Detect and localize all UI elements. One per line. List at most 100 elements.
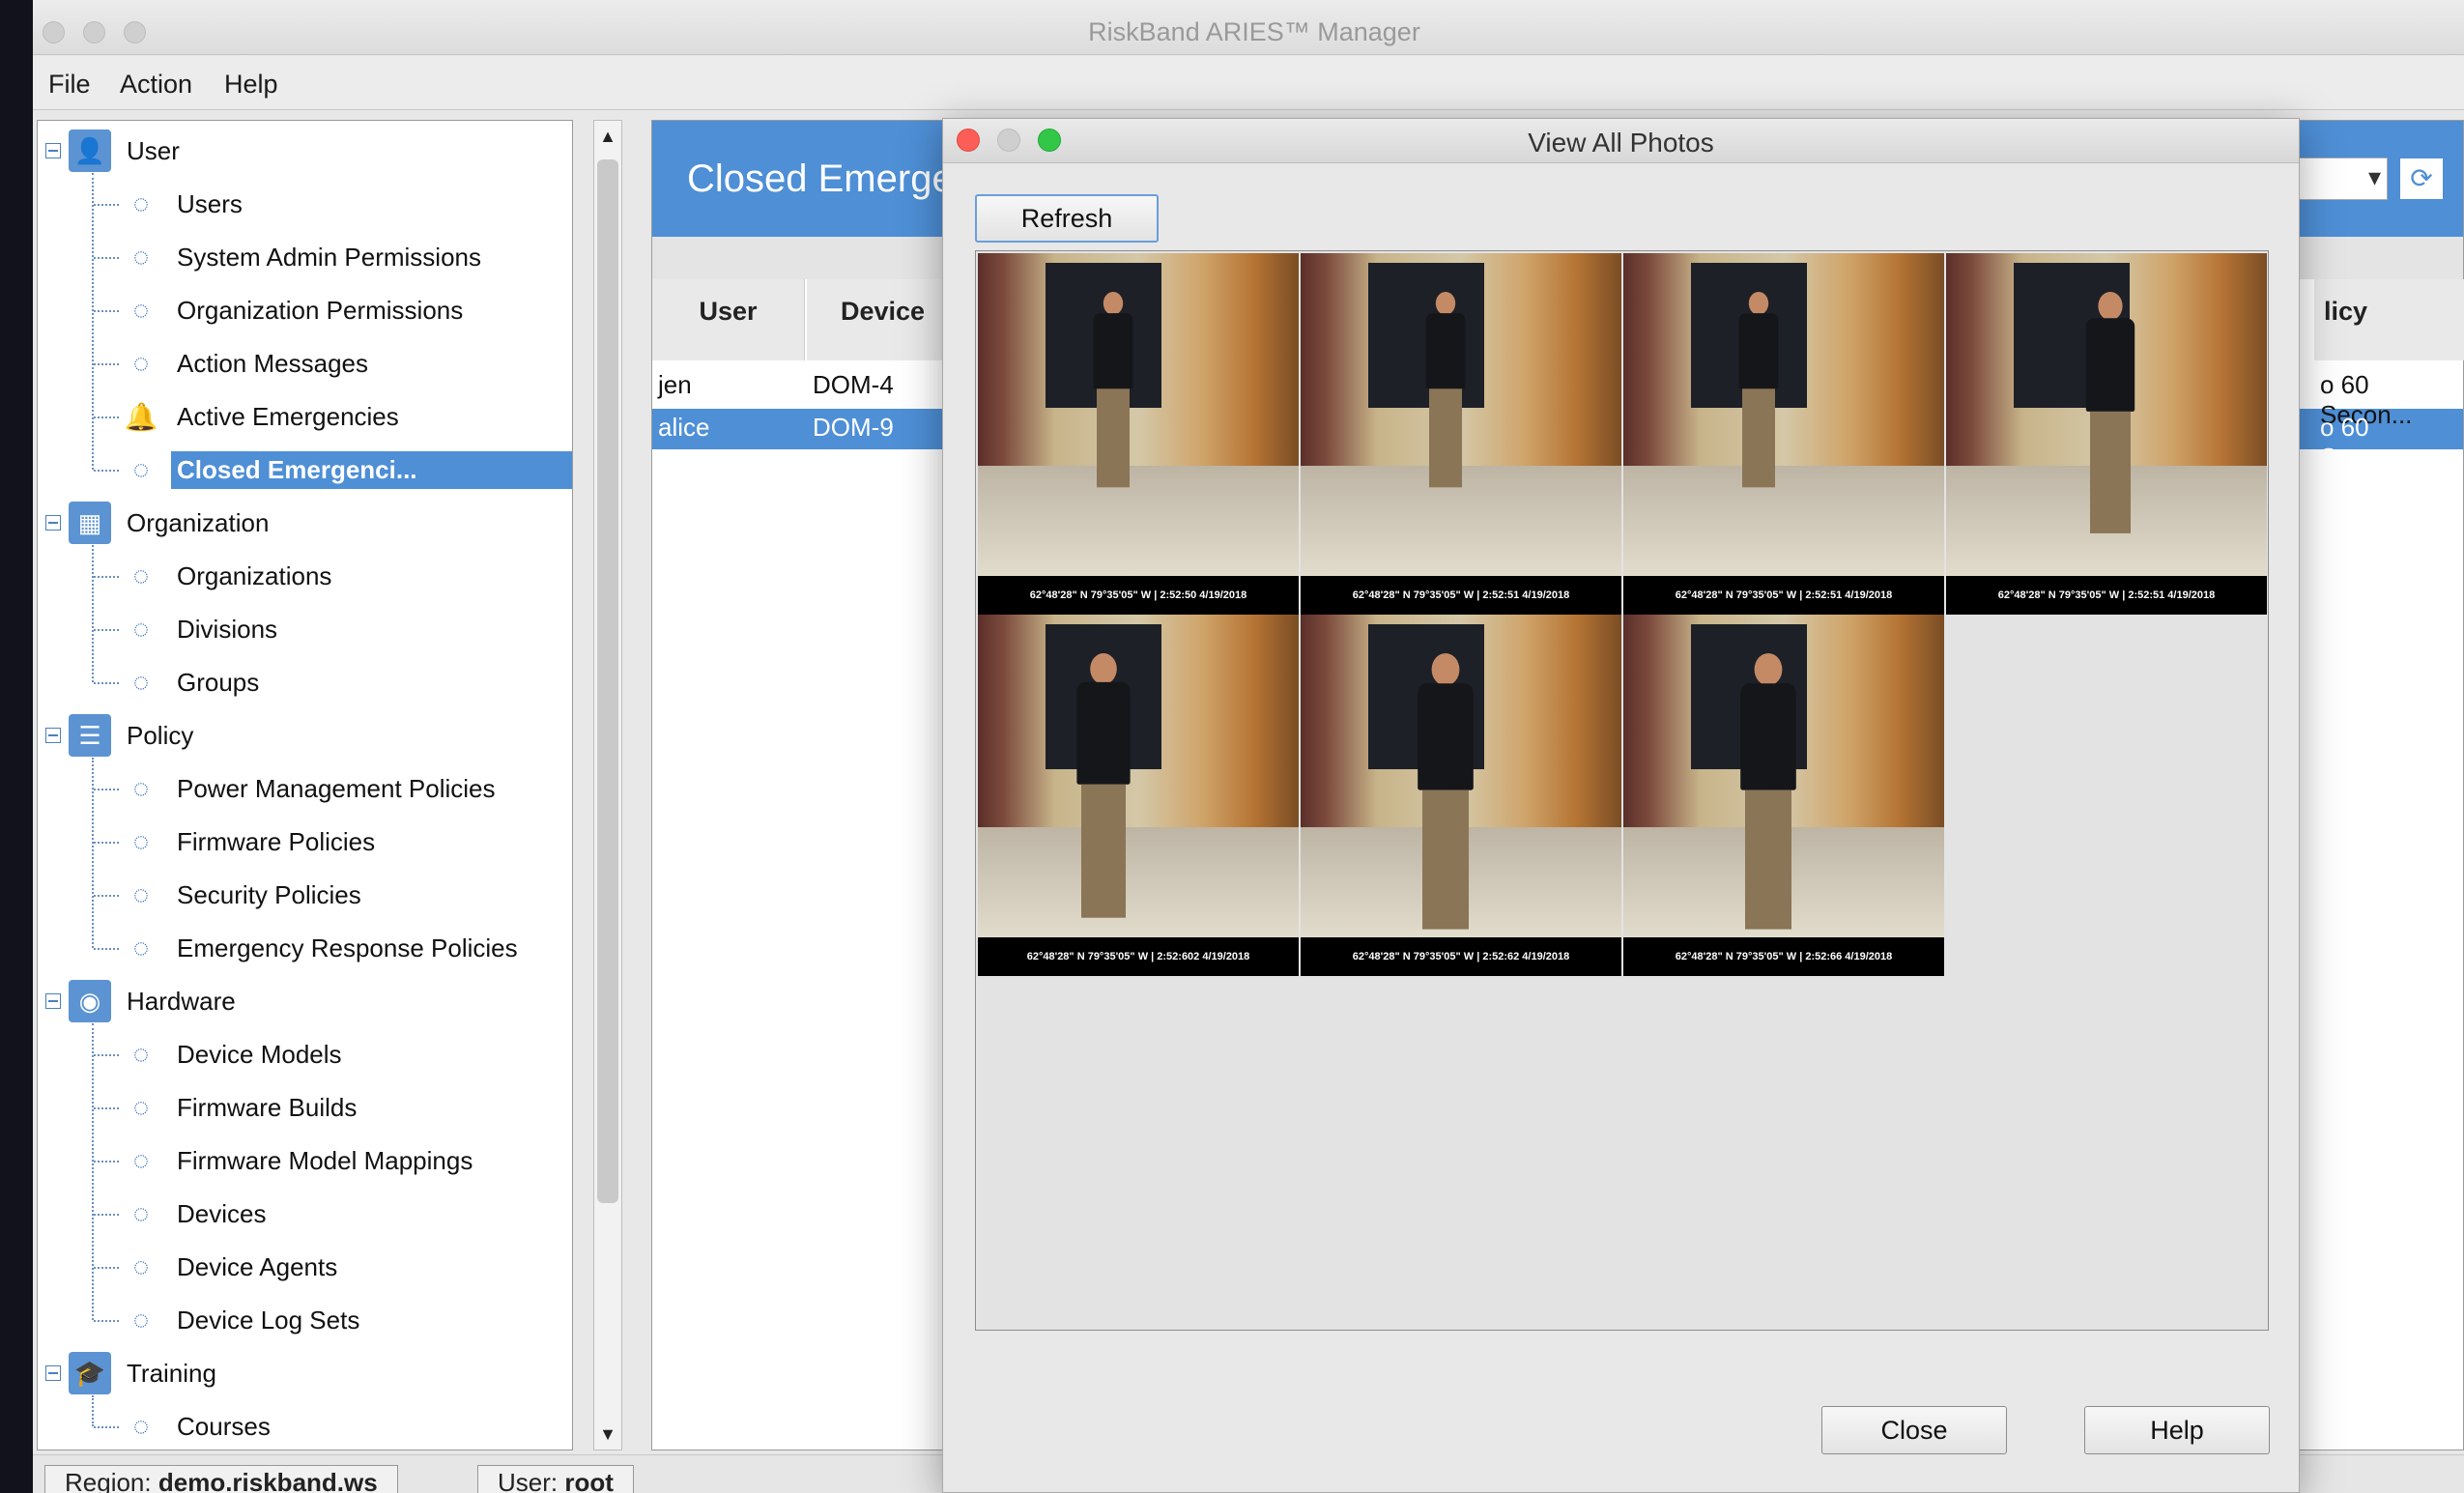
tree-item-label: Organization Permissions [177, 295, 464, 325]
tree-item[interactable]: ◌ Groups [38, 656, 572, 708]
table-cell-device[interactable]: DOM-9 [809, 407, 898, 448]
tree-connector [94, 948, 119, 950]
tree-connector [94, 470, 119, 472]
tree-item[interactable]: ◌ Device Models [38, 1028, 572, 1080]
tree-connector [92, 758, 94, 948]
scroll-down-arrow-icon[interactable]: ▼ [596, 1422, 619, 1446]
tree-item[interactable]: ◌ Devices [38, 1188, 572, 1240]
column-header-user[interactable]: User [652, 279, 805, 360]
tree-item[interactable]: ◌ Users [38, 178, 572, 230]
table-cell-policy[interactable]: o 60 Secon... [2316, 407, 2463, 478]
photo-thumbnail[interactable]: 62°48'28" N 79°35'05" W | 2:52:66 4/19/2… [1623, 615, 1944, 976]
photo-thumbnail[interactable]: 62°48'28" N 79°35'05" W | 2:52:51 4/19/2… [1946, 253, 2267, 615]
tree-category-4[interactable]: 🎓 Training [38, 1347, 572, 1399]
collapse-toggle-icon[interactable] [45, 515, 61, 531]
tree-item-label: Device Models [177, 1039, 342, 1069]
column-header-device[interactable]: Device [807, 279, 960, 360]
table-cell-device[interactable]: DOM-4 [809, 364, 898, 406]
tree-category-3[interactable]: ◉ Hardware [38, 975, 572, 1027]
scroll-thumb[interactable] [597, 159, 618, 1203]
tree-scrollbar[interactable]: ▲ ▼ [593, 120, 622, 1450]
tree-connector [94, 1267, 119, 1269]
table-cell-user[interactable]: alice [654, 407, 713, 448]
close-button[interactable]: Close [1821, 1406, 2007, 1454]
tree-item-label: Emergency Response Policies [177, 933, 518, 962]
tree-category-label: Training [127, 1358, 216, 1388]
photo-thumbnail[interactable]: 62°48'28" N 79°35'05" W | 2:52:62 4/19/2… [1301, 615, 1621, 976]
device-log-icon: ◌ [132, 1305, 150, 1335]
user-status: User: root [477, 1465, 634, 1493]
help-button[interactable]: Help [2084, 1406, 2270, 1454]
tree-connector [94, 842, 119, 844]
band-icon: ◉ [69, 980, 111, 1022]
tree-category-2[interactable]: ☰ Policy [38, 709, 572, 761]
tree-item[interactable]: ◌ Security Policies [38, 869, 572, 921]
refresh-icon[interactable]: ⟳ [2399, 158, 2444, 200]
tree-item[interactable]: ◌ Firmware Model Mappings [38, 1134, 572, 1187]
window-title: RiskBand ARIES™ Manager [1088, 17, 1420, 46]
tree-item-label: Action Messages [177, 348, 368, 378]
region-value: demo.riskband.ws [158, 1468, 378, 1493]
tree-item-label: Devices [177, 1198, 267, 1228]
collapse-toggle-icon[interactable] [45, 993, 61, 1009]
battery-policy-icon: ◌ [132, 773, 150, 803]
column-header-policy[interactable]: licy [2314, 279, 2464, 360]
tree-item-label: Firmware Model Mappings [177, 1145, 473, 1175]
collapse-toggle-icon[interactable] [45, 728, 61, 743]
view-all-photos-dialog: View All Photos Refresh 62°48'28" N 79°3… [942, 118, 2300, 1493]
message-icon: ◌ [132, 348, 150, 378]
tree-item[interactable]: ◌ Courses [38, 1400, 572, 1450]
photo-thumbnail[interactable]: 62°48'28" N 79°35'05" W | 2:52:51 4/19/2… [1623, 253, 1944, 615]
tree-item[interactable]: ◌ Action Messages [38, 337, 572, 389]
tree-item[interactable]: ◌ Device Log Sets [38, 1294, 572, 1346]
tree-item[interactable]: ◌ Emergency Response Policies [38, 922, 572, 974]
photo-thumbnail[interactable]: 62°48'28" N 79°35'05" W | 2:52:602 4/19/… [978, 615, 1299, 976]
region-status: Region: demo.riskband.ws [44, 1465, 398, 1493]
tree-category-1[interactable]: ▦ Organization [38, 497, 572, 549]
menu-bar: File Action Help [33, 56, 2464, 110]
building-outline-icon: ◌ [132, 560, 150, 590]
tree-connector [94, 1320, 119, 1322]
emergency-policy-icon: ◌ [132, 933, 150, 962]
tree-category-0[interactable]: 👤 User [38, 125, 572, 177]
photo-caption: 62°48'28" N 79°35'05" W | 2:52:51 4/19/2… [1623, 576, 1944, 615]
tree-connector [94, 895, 119, 897]
tree-item[interactable]: ◌ Firmware Builds [38, 1081, 572, 1134]
tree-category-label: Hardware [127, 986, 236, 1016]
tree-item-label: Security Policies [177, 879, 361, 909]
refresh-button[interactable]: Refresh [975, 194, 1159, 243]
collapse-toggle-icon[interactable] [45, 143, 61, 158]
menu-help[interactable]: Help [224, 70, 278, 100]
photo-thumbnail[interactable]: 62°48'28" N 79°35'05" W | 2:52:51 4/19/2… [1301, 253, 1621, 615]
photo-floor [978, 827, 1299, 937]
menu-file[interactable]: File [48, 70, 91, 100]
table-cell-user[interactable]: jen [654, 364, 696, 406]
tree-category-label: Policy [127, 720, 194, 750]
tree-item[interactable]: ◌ Organization Permissions [38, 284, 572, 336]
tree-connector [94, 576, 119, 578]
tree-item[interactable]: ◌ Firmware Policies [38, 816, 572, 868]
tree-item[interactable]: ◌ System Admin Permissions [38, 231, 572, 283]
page-title: Closed Emergen [687, 158, 975, 200]
tree-item[interactable]: 🔔 Active Emergencies [38, 390, 572, 443]
device-icon: ◌ [132, 1198, 150, 1228]
photo-floor [1623, 466, 1944, 576]
tree-item-label: Courses [177, 1411, 271, 1441]
tree-item[interactable]: ◌ Power Management Policies [38, 762, 572, 815]
menu-action[interactable]: Action [120, 70, 192, 100]
tree-item[interactable]: ◌ Closed Emergenci... [38, 444, 572, 496]
admin-key-icon: ◌ [132, 242, 150, 272]
scroll-up-arrow-icon[interactable]: ▲ [596, 125, 619, 148]
tree-item-label: Device Agents [177, 1251, 338, 1281]
tree-category-label: User [127, 135, 180, 165]
tree-item[interactable]: ◌ Device Agents [38, 1241, 572, 1293]
tree-item-label: Divisions [177, 614, 278, 644]
alarm-closed-icon: ◌ [132, 454, 150, 484]
people-two-icon: ◌ [132, 667, 150, 697]
photo-person [1071, 653, 1137, 932]
tree-item[interactable]: ◌ Divisions [38, 603, 572, 655]
tree-item[interactable]: ◌ Organizations [38, 550, 572, 602]
photo-thumbnail[interactable]: 62°48'28" N 79°35'05" W | 2:52:50 4/19/2… [978, 253, 1299, 615]
photo-grid: 62°48'28" N 79°35'05" W | 2:52:50 4/19/2… [975, 250, 2269, 1331]
collapse-toggle-icon[interactable] [45, 1365, 61, 1381]
